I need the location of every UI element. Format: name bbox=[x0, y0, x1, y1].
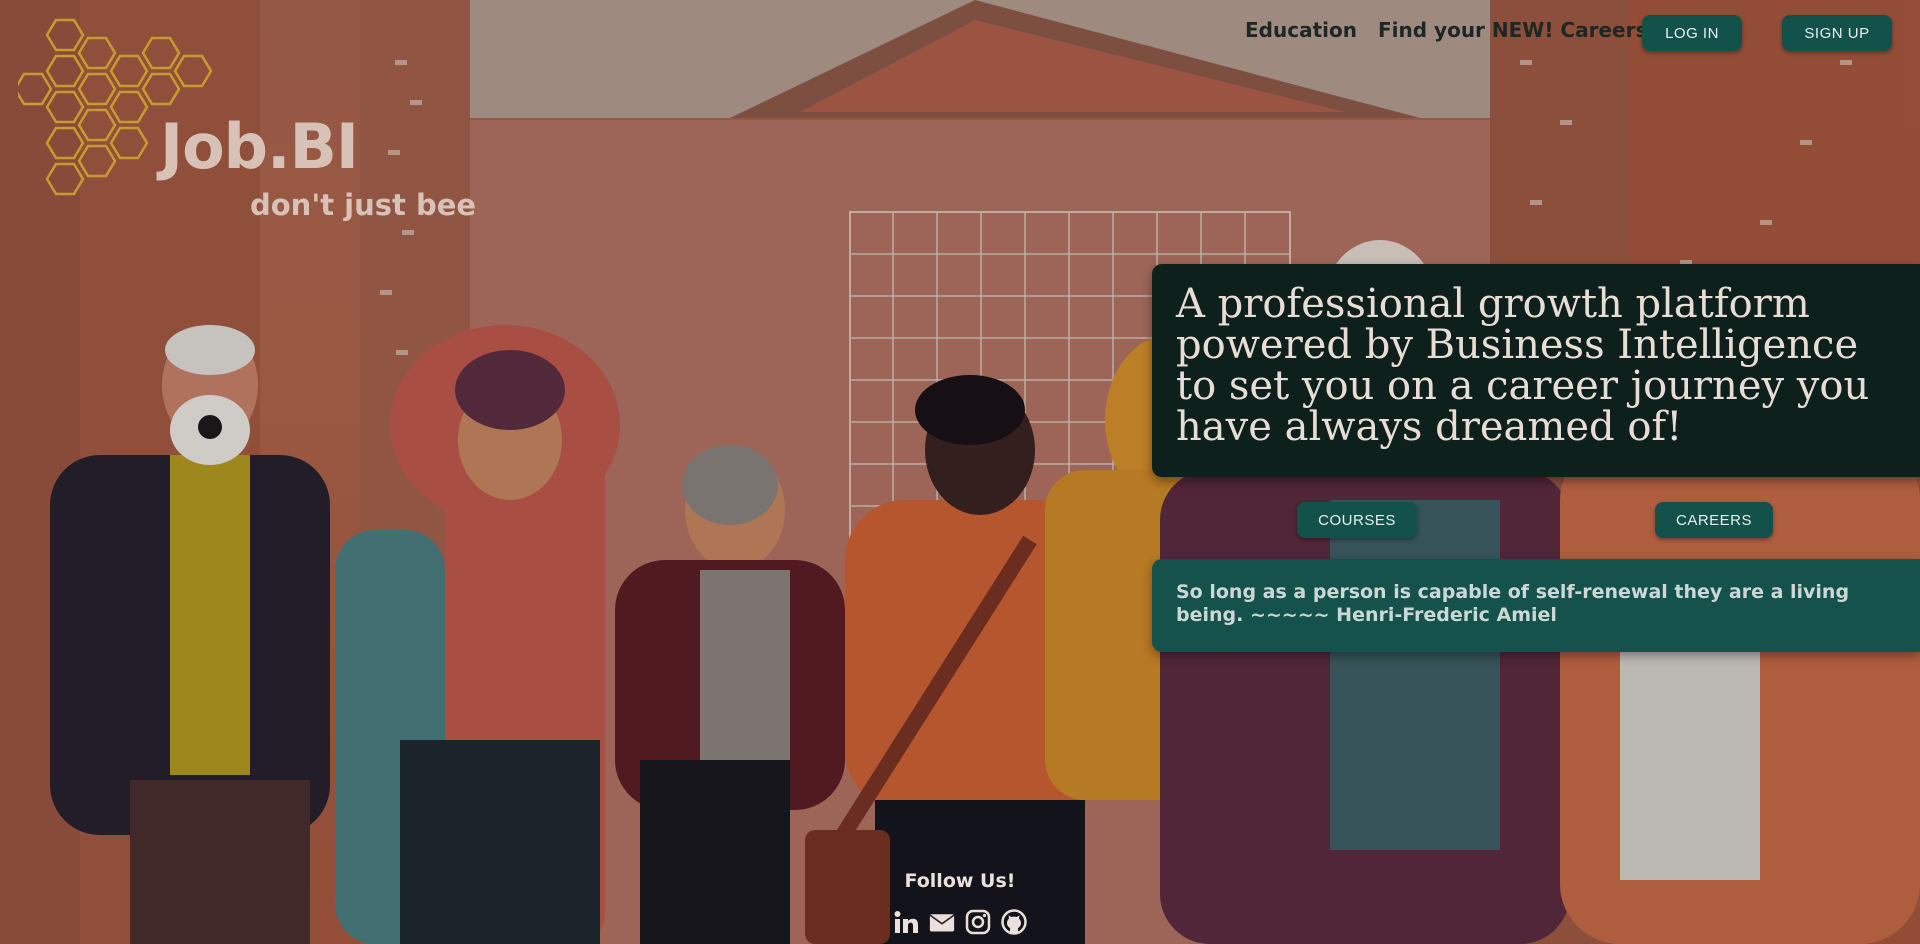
mission-panel: A professional growth platform powered b… bbox=[1152, 264, 1920, 477]
brand-name: Job.BI bbox=[160, 110, 359, 183]
mission-headline: A professional growth platform powered b… bbox=[1176, 281, 1870, 450]
courses-button[interactable]: COURSES bbox=[1297, 502, 1417, 538]
brand-tagline: don't just bee bbox=[250, 188, 477, 222]
quote-text: So long as a person is capable of self-r… bbox=[1176, 581, 1850, 626]
signup-button[interactable]: SIGN UP bbox=[1782, 15, 1892, 51]
nav-education-link[interactable]: Education bbox=[1245, 18, 1357, 42]
nav-careers-link[interactable]: Find your NEW! Careers bbox=[1378, 18, 1647, 42]
login-button[interactable]: LOG IN bbox=[1642, 15, 1742, 51]
email-icon[interactable] bbox=[929, 909, 955, 935]
linkedin-icon[interactable] bbox=[893, 909, 919, 935]
instagram-icon[interactable] bbox=[965, 909, 991, 935]
social-links bbox=[890, 905, 1030, 939]
follow-us-label: Follow Us! bbox=[904, 870, 1016, 892]
github-icon[interactable] bbox=[1001, 909, 1027, 935]
quote-panel: So long as a person is capable of self-r… bbox=[1152, 559, 1920, 652]
careers-button[interactable]: CAREERS bbox=[1655, 502, 1773, 538]
